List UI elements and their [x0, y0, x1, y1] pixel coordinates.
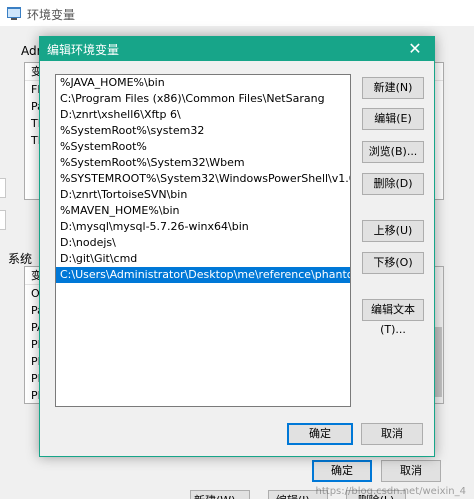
edit-button[interactable]: 编辑(E) [362, 108, 424, 130]
list-item[interactable]: %JAVA_HOME%\bin [56, 75, 350, 91]
edit-text-button[interactable]: 编辑文本(T)... [362, 299, 424, 336]
path-entries-list[interactable]: %JAVA_HOME%\bin C:\Program Files (x86)\C… [55, 74, 351, 407]
browse-button[interactable]: 浏览(B)... [362, 141, 424, 163]
delete-button[interactable]: 删除(D) [362, 173, 424, 195]
list-item[interactable]: D:\znrt\TortoiseSVN\bin [56, 187, 350, 203]
env-window-title: 环境变量 [27, 8, 76, 22]
env-ok-button[interactable]: 确定 [312, 460, 372, 482]
list-item[interactable]: %SystemRoot%\system32 [56, 123, 350, 139]
move-down-button[interactable]: 下移(O) [362, 252, 424, 274]
dialog-cancel-button[interactable]: 取消 [361, 423, 423, 445]
left-edge-fragment [0, 178, 6, 198]
new-button[interactable]: 新建(N) [362, 77, 424, 99]
left-edge-fragment [0, 210, 6, 230]
list-item[interactable]: D:\git\Git\cmd [56, 251, 350, 267]
list-item[interactable]: %MAVEN_HOME%\bin [56, 203, 350, 219]
watermark: https://blog.csdn.net/weixin_4 [315, 486, 466, 497]
list-item[interactable]: %SYSTEMROOT%\System32\WindowsPowerShell\… [56, 171, 350, 187]
list-item[interactable]: D:\nodejs\ [56, 235, 350, 251]
edit-environment-variable-dialog: 编辑环境变量 ✕ %JAVA_HOME%\bin C:\Program File… [39, 36, 435, 457]
close-icon[interactable]: ✕ [400, 37, 430, 61]
system-variables-group-label: 系统 [8, 252, 33, 266]
list-item[interactable]: %SystemRoot%\System32\Wbem [56, 155, 350, 171]
list-item[interactable]: C:\Program Files (x86)\Common Files\NetS… [56, 91, 350, 107]
list-item[interactable]: D:\mysql\mysql-5.7.26-winx64\bin [56, 219, 350, 235]
move-up-button[interactable]: 上移(U) [362, 220, 424, 242]
system-new-button[interactable]: 新建(W)... [190, 490, 250, 499]
dialog-title: 编辑环境变量 [47, 43, 120, 57]
selected-list-item[interactable]: C:\Users\Administrator\Desktop\me\refere… [56, 267, 350, 283]
window-app-icon [7, 7, 21, 20]
list-item[interactable]: %SystemRoot% [56, 139, 350, 155]
list-item[interactable]: D:\znrt\xshell6\Xftp 6\ [56, 107, 350, 123]
env-cancel-button[interactable]: 取消 [381, 460, 441, 482]
dialog-titlebar[interactable]: 编辑环境变量 ✕ [40, 37, 434, 61]
env-window-titlebar[interactable]: 环境变量 [0, 0, 474, 26]
scrollbar-thumb[interactable] [434, 327, 442, 397]
dialog-ok-button[interactable]: 确定 [287, 423, 353, 445]
